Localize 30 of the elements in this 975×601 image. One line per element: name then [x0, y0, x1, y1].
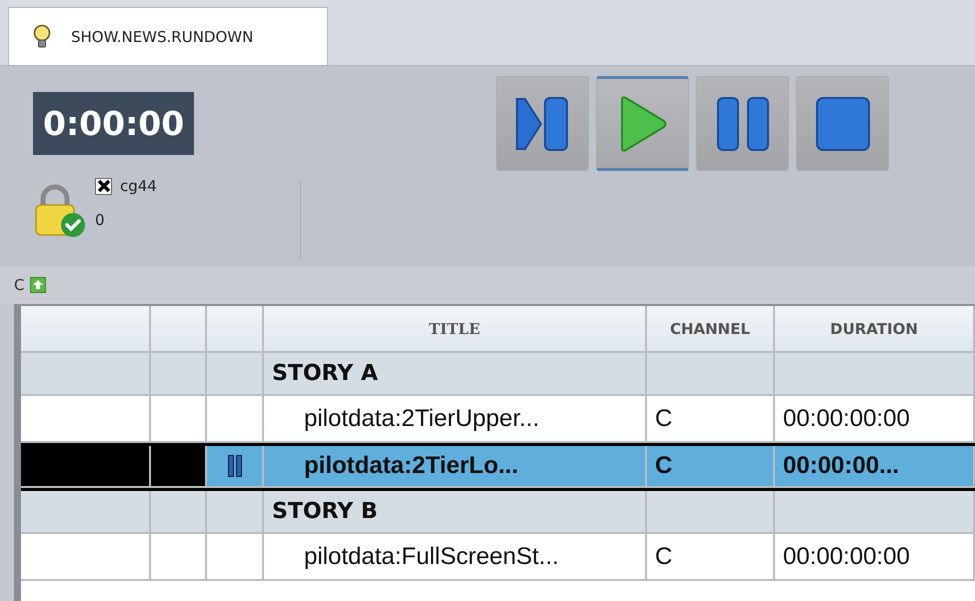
- rundown-row[interactable]: pilotdata:FullScreenSt... C 00:00:00:00: [21, 534, 975, 581]
- checkbox[interactable]: [95, 178, 112, 194]
- story-title: STORY A: [272, 361, 378, 386]
- duration-cell: 00:00:00:00: [783, 404, 910, 432]
- count-label: 0: [95, 211, 106, 229]
- story-row[interactable]: STORY A: [21, 353, 975, 396]
- title-cell: pilotdata:FullScreenSt...: [304, 542, 559, 570]
- channel-cell: C: [655, 542, 672, 570]
- padlock-check-icon: [33, 183, 87, 239]
- story-title: STORY B: [272, 499, 378, 524]
- duration-cell: 00:00:00:00: [783, 542, 910, 570]
- stop-icon: [814, 94, 872, 152]
- pause-button[interactable]: [696, 76, 789, 171]
- stop-button[interactable]: [796, 76, 889, 171]
- story-row[interactable]: STORY B: [21, 491, 975, 534]
- channel-cell: C: [655, 452, 672, 480]
- title-cell: pilotdata:2TierUpper...: [304, 404, 540, 432]
- rundown-row[interactable]: pilotdata:2TierLo... C 00:00:00...: [21, 443, 975, 491]
- user-label: cg44: [120, 177, 157, 195]
- timer-display: 0:00:00: [33, 92, 194, 155]
- duration-cell: 00:00:00...: [783, 452, 900, 480]
- channel-cell: C: [655, 404, 672, 432]
- upload-icon[interactable]: [30, 277, 46, 293]
- title-cell: pilotdata:2TierLo...: [304, 452, 518, 480]
- rundown-tab[interactable]: SHOW.NEWS.RUNDOWN: [8, 7, 328, 65]
- channel-label: C: [14, 276, 24, 294]
- pause-icon: [714, 94, 770, 152]
- light-bulb-icon: [33, 24, 51, 50]
- next-button[interactable]: [496, 76, 589, 171]
- play-button[interactable]: [596, 76, 689, 171]
